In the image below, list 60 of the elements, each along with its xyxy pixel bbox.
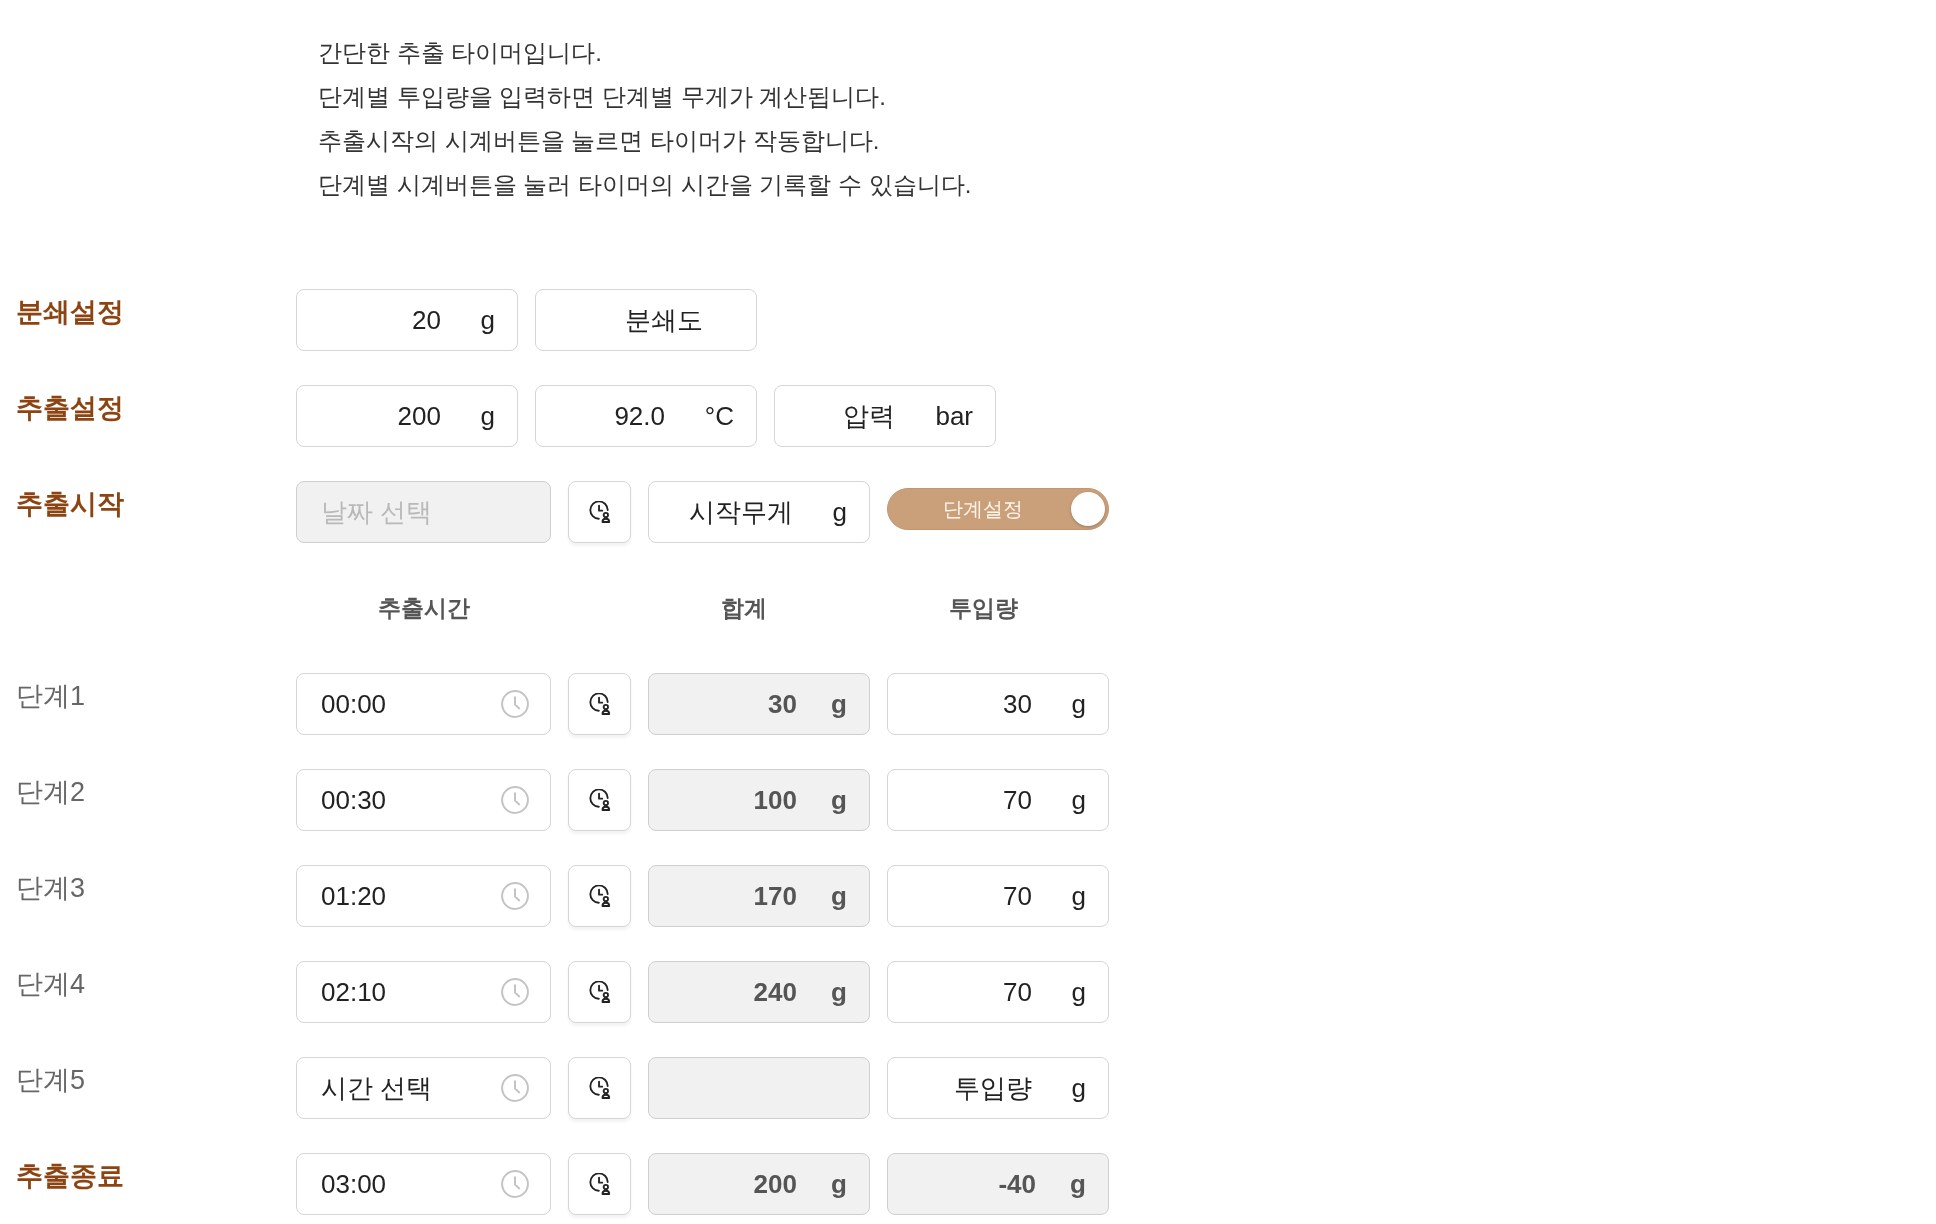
clock-icon: [501, 690, 529, 718]
clock-user-icon: [588, 885, 611, 907]
time-input[interactable]: 02:10: [296, 961, 551, 1023]
clock-user-icon: [588, 981, 611, 1003]
row-label: 추출종료: [16, 1161, 124, 1192]
unit-label: g: [831, 691, 847, 717]
unit-label: g: [831, 979, 847, 1005]
clock-user-icon: [588, 501, 611, 523]
record-time-button[interactable]: [568, 673, 631, 735]
unit-label: g: [1071, 979, 1086, 1005]
unit-label: g: [831, 787, 847, 813]
row-label: 추출설정: [16, 393, 124, 424]
unit-label: bar: [935, 403, 973, 429]
record-time-button[interactable]: [568, 481, 631, 543]
column-header: 추출시간: [377, 594, 470, 623]
unit-label: g: [1070, 1171, 1086, 1197]
clock-icon: [501, 882, 529, 910]
clock-icon: [501, 978, 529, 1006]
unit-label: g: [831, 883, 847, 909]
grind-size-input[interactable]: 분쇄도: [535, 289, 757, 351]
clock-icon: [501, 1074, 529, 1102]
date-input: 날짜 선택: [296, 481, 551, 543]
unit-label: g: [1071, 787, 1086, 813]
unit-label: g: [832, 499, 847, 525]
description-text: 단계별 시계버튼을 눌러 타이머의 시간을 기록할 수 있습니다.: [318, 170, 972, 200]
row-label: 단계1: [16, 681, 86, 712]
column-header: 합계: [721, 594, 767, 623]
clock-user-icon: [588, 1173, 611, 1195]
row-label: 단계4: [16, 969, 86, 1000]
clock-user-icon: [588, 1077, 611, 1099]
unit-label: g: [480, 403, 495, 429]
record-time-button[interactable]: [568, 961, 631, 1023]
unit-label: g: [1071, 1075, 1086, 1101]
unit-label: °C: [704, 403, 734, 429]
unit-label: g: [480, 307, 495, 333]
clock-user-icon: [588, 693, 611, 715]
record-time-button[interactable]: [568, 769, 631, 831]
row-label: 추출시작: [16, 489, 124, 520]
description-text: 추출시작의 시계버튼을 눌르면 타이머가 작동합니다.: [318, 126, 880, 156]
row-label: 단계3: [16, 873, 86, 904]
row-label: 분쇄설정: [16, 297, 124, 328]
record-time-button[interactable]: [568, 865, 631, 927]
clock-icon: [501, 1170, 529, 1198]
record-time-button[interactable]: [568, 1057, 631, 1119]
time-input[interactable]: 01:20: [296, 865, 551, 927]
clock-user-icon: [588, 789, 611, 811]
unit-label: g: [1071, 883, 1086, 909]
unit-label: g: [831, 1171, 847, 1197]
description-text: 단계별 투입량을 입력하면 단계별 무게가 계산됩니다.: [318, 82, 886, 112]
time-input[interactable]: 00:00: [296, 673, 551, 735]
column-header: 투입량: [948, 594, 1018, 623]
time-input[interactable]: 00:30: [296, 769, 551, 831]
unit-label: g: [1071, 691, 1086, 717]
row-label: 단계5: [16, 1065, 86, 1096]
record-time-button[interactable]: [568, 1153, 631, 1215]
clock-icon: [501, 786, 529, 814]
description-text: 간단한 추출 타이머입니다.: [318, 38, 602, 68]
row-label: 단계2: [16, 777, 86, 808]
time-input[interactable]: 시간 선택: [296, 1057, 551, 1119]
time-input[interactable]: 03:00: [296, 1153, 551, 1215]
